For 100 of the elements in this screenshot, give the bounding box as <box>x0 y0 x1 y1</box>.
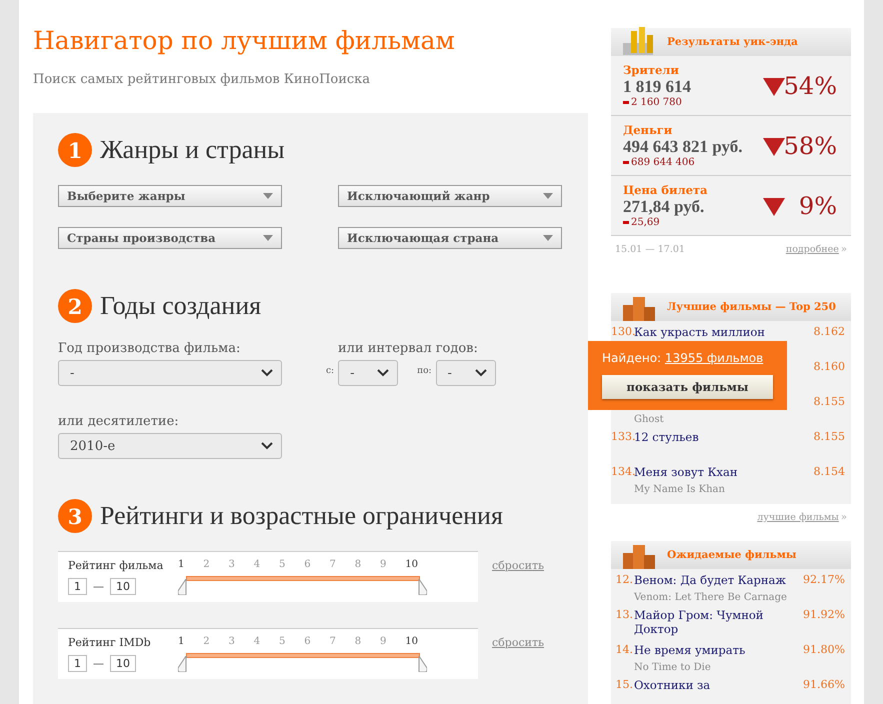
dropdown[interactable]: Выберите жанры <box>58 185 282 207</box>
stat-label: Зрители <box>623 63 680 77</box>
scale-tick-label: 1 <box>178 559 184 572</box>
rating-label: Рейтинг IMDb <box>68 636 152 649</box>
original-title: Ghost <box>634 414 665 426</box>
scale-tick-label: 8 <box>354 559 362 572</box>
scale-tick-label: 1 <box>178 636 184 649</box>
score-value: 8.154 <box>814 465 845 480</box>
step-number-badge: 1 <box>58 133 92 167</box>
scale-tick-label: 9 <box>380 636 386 649</box>
movie-title-link[interactable]: Майор Гром: Чумной Доктор <box>634 608 802 643</box>
dropdown[interactable]: Исключающая страна <box>338 227 562 249</box>
section-heading: Рейтинги и возрастные ограничения <box>100 501 503 531</box>
date-range: 15.01 — 17.01 <box>615 244 685 255</box>
arrow-glyph: » <box>840 244 847 255</box>
original-title: No Time to Die <box>634 662 712 675</box>
range-slider[interactable] <box>178 576 426 596</box>
box-title: Ожидаемые фильмы <box>667 549 796 561</box>
range-dash: — <box>93 580 104 592</box>
show-movies-button[interactable]: показать фильмы <box>602 375 773 399</box>
caret-icon <box>263 193 273 199</box>
step-number-badge: 2 <box>58 289 92 323</box>
minus-icon <box>623 221 629 224</box>
rank-number: 133. <box>611 430 633 445</box>
movie-title-link[interactable]: Меня зовут Кхан <box>634 465 812 484</box>
chevron-down-icon <box>261 442 273 450</box>
section-heading: Годы создания <box>100 291 262 321</box>
arrow-glyph: » <box>840 512 847 523</box>
previous-value: 689 644 406 <box>631 157 695 168</box>
rank-number: 134. <box>611 465 633 480</box>
scale-tick-label: 5 <box>279 636 286 649</box>
caret-icon <box>263 235 273 241</box>
scale-tick-label: 9 <box>380 559 386 572</box>
score-value: 8.162 <box>814 325 845 340</box>
minus-icon <box>623 161 629 164</box>
field-label: или десятилетие: <box>58 414 180 429</box>
year-select[interactable]: - <box>58 360 282 386</box>
chevron-down-icon <box>377 369 390 377</box>
rank-number: 12. <box>614 573 633 588</box>
down-triangle-icon <box>763 138 785 156</box>
score-value: 8.155 <box>814 395 845 410</box>
stat-value: 1 819 614 <box>623 77 691 97</box>
stat-label: Деньги <box>623 123 674 137</box>
rank-number: 14. <box>614 643 633 658</box>
section-heading: Жанры и страны <box>100 135 285 165</box>
scale-tick-label: 2 <box>203 559 210 572</box>
movie-title-link[interactable]: Охотники за <box>634 678 802 704</box>
scale-tick-label: 7 <box>330 636 336 649</box>
decade-select[interactable]: 2010-е <box>58 433 282 459</box>
down-triangle-icon <box>763 78 785 96</box>
min-input[interactable]: 1 <box>68 654 87 672</box>
movie-title-link[interactable]: Веном: Да будет Карнаж <box>634 573 802 592</box>
score-value: 8.155 <box>814 430 845 445</box>
previous-value: 2 160 780 <box>631 97 682 108</box>
movie-title-link[interactable]: 12 стульев <box>634 430 812 465</box>
previous-value: 25,69 <box>631 217 660 228</box>
scale-tick-label: 6 <box>304 559 311 572</box>
max-input[interactable]: 10 <box>110 654 136 672</box>
score-value: 91.80% <box>803 643 845 658</box>
dropdown[interactable]: Исключающий жанр <box>338 185 562 207</box>
from-select[interactable]: - <box>338 360 398 386</box>
down-triangle-icon <box>763 198 785 216</box>
range-slider[interactable] <box>178 653 426 673</box>
scale-tick-label: 3 <box>228 636 235 649</box>
range-dash: — <box>93 656 104 670</box>
scale-tick-label: 7 <box>330 559 336 572</box>
stat-label: Цена билета <box>623 183 708 197</box>
caret-icon <box>543 193 553 199</box>
scale-tick-label: 4 <box>254 636 260 649</box>
score-value: 8.160 <box>814 360 845 375</box>
box-title: Лучшие фильмы — Top 250 <box>667 301 836 313</box>
stat-value: 494 643 821 руб. <box>623 137 743 157</box>
scale-tick-label: 2 <box>203 636 210 649</box>
scale-tick-label: 4 <box>254 559 260 572</box>
max-input[interactable]: 10 <box>110 578 136 594</box>
box-title: Результаты уик-энда <box>667 36 798 48</box>
from-label: с: <box>326 366 334 376</box>
chevron-down-icon <box>474 369 487 377</box>
field-label: Год производства фильма: <box>58 341 242 356</box>
page-title: Навигатор по лучшим фильмам <box>33 26 456 55</box>
scale-tick-label: 10 <box>405 636 418 649</box>
to-select[interactable]: - <box>436 360 496 386</box>
page-subtitle: Поиск самых рейтинговых фильмов КиноПоиска <box>33 72 372 87</box>
min-input[interactable]: 1 <box>68 578 87 594</box>
movie-title-link[interactable]: Не время умирать <box>634 643 802 662</box>
rating-label: Рейтинг фильма <box>68 559 164 572</box>
score-value: 92.17% <box>803 573 845 588</box>
found-text: Найдено: 13955 фильмов <box>602 351 764 365</box>
scale-tick-label: 6 <box>304 636 311 649</box>
scale-tick-label: 10 <box>405 559 418 572</box>
change-percent: 58% <box>784 132 837 160</box>
rank-number: 13. <box>614 608 633 623</box>
to-label: по: <box>417 366 432 376</box>
change-percent: 54% <box>784 72 837 100</box>
caret-icon <box>543 235 553 241</box>
original-title: My Name Is Khan <box>634 484 726 497</box>
dropdown[interactable]: Страны производства <box>58 227 282 249</box>
chevron-down-icon <box>261 369 273 377</box>
minus-icon <box>623 101 629 104</box>
scale-tick-label: 8 <box>354 636 362 649</box>
